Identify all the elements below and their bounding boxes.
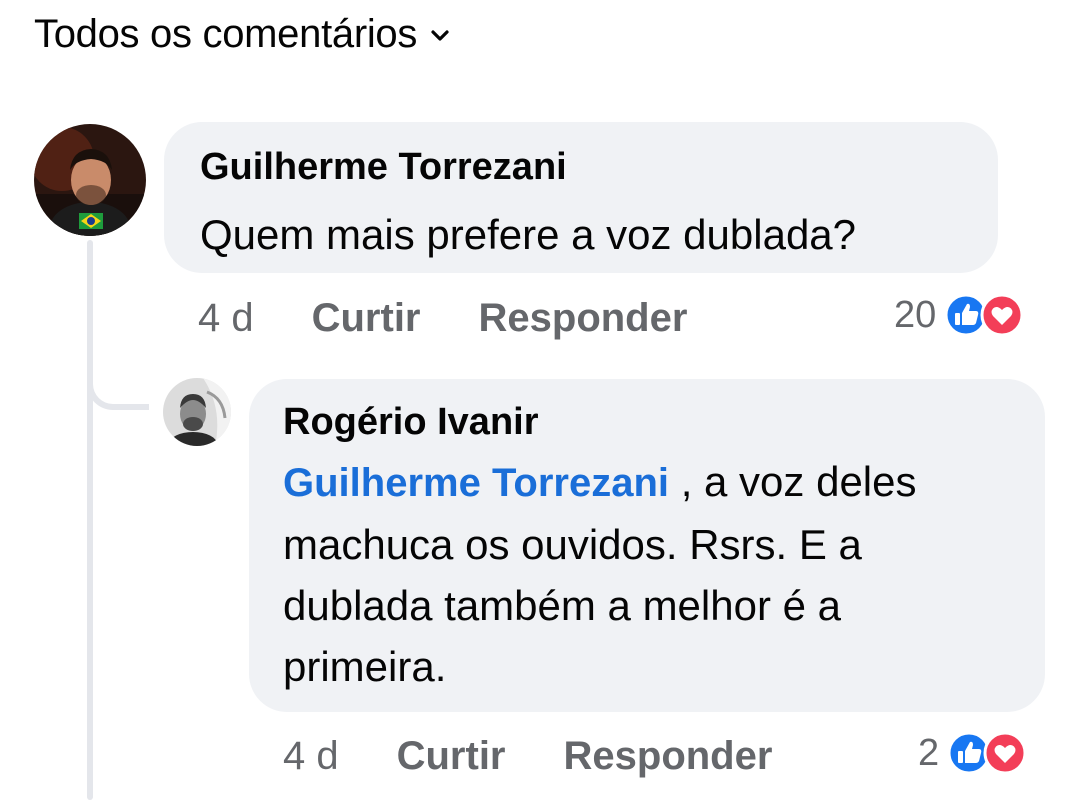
reaction-count: 20 <box>894 293 937 336</box>
comment-actions: 4 d Curtir Responder <box>198 296 745 341</box>
mention-link[interactable]: Guilherme Torrezani <box>283 461 669 505</box>
chevron-down-icon <box>431 29 449 41</box>
avatar[interactable] <box>34 124 146 236</box>
reply-button[interactable]: Responder <box>564 734 773 779</box>
comment-author-name[interactable]: Rogério Ivanir <box>283 399 1011 445</box>
comment-author-name[interactable]: Guilherme Torrezani <box>200 144 962 190</box>
profile-photo <box>163 378 231 446</box>
reaction-summary[interactable]: 20 <box>894 293 1024 337</box>
reaction-count: 2 <box>918 731 940 774</box>
avatar[interactable] <box>163 378 231 446</box>
comment-actions: 4 d Curtir Responder <box>283 734 830 779</box>
comment-filter-dropdown[interactable]: Todos os comentários <box>34 12 451 57</box>
comment-timestamp[interactable]: 4 d <box>198 296 254 341</box>
reply-thread-line <box>87 240 93 800</box>
comment-timestamp[interactable]: 4 d <box>283 734 339 779</box>
reply-thread-connector <box>87 340 149 410</box>
profile-photo <box>34 124 146 236</box>
comment-bubble: Guilherme Torrezani Quem mais prefere a … <box>164 122 998 273</box>
comment-text: Quem mais prefere a voz dublada? <box>200 211 857 258</box>
comment-filter-label: Todos os comentários <box>34 12 418 56</box>
love-reaction-icon <box>980 293 1024 337</box>
reply-bubble: Rogério Ivanir Guilherme Torrezani , a v… <box>249 379 1045 712</box>
brazil-flag-icon <box>79 213 103 229</box>
reply-button[interactable]: Responder <box>479 296 688 341</box>
like-button[interactable]: Curtir <box>397 734 506 779</box>
comment-text: Guilherme Torrezani , a voz deles machuc… <box>283 451 1011 697</box>
like-button[interactable]: Curtir <box>312 296 421 341</box>
love-reaction-icon <box>983 731 1027 775</box>
reaction-summary[interactable]: 2 <box>918 731 1027 775</box>
